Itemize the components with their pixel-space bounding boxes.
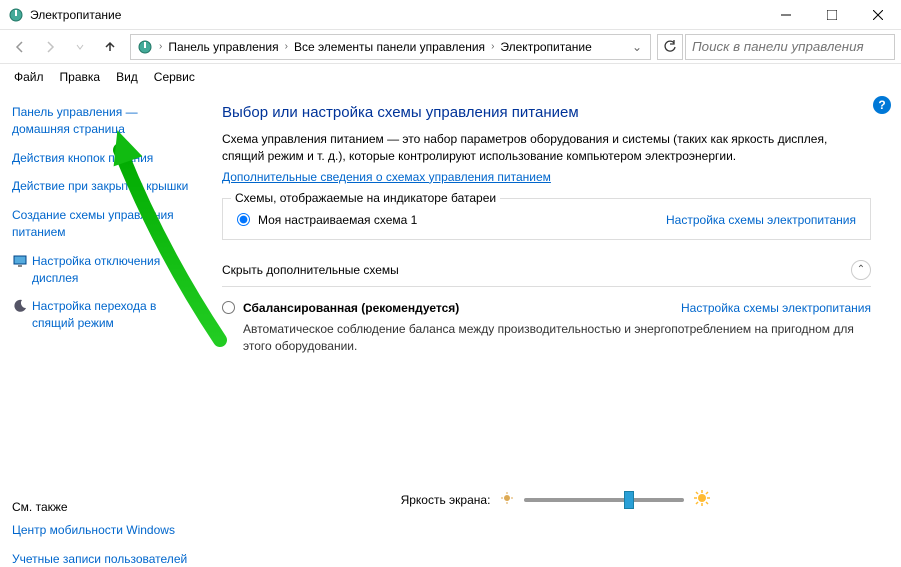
plan-description: Автоматическое соблюдение баланса между … <box>243 321 871 355</box>
refresh-button[interactable] <box>657 34 683 60</box>
address-dropdown-icon[interactable]: ⌄ <box>626 40 648 54</box>
sidebar-create-plan[interactable]: Создание схемы управления питанием <box>12 207 198 241</box>
sidebar-sleep[interactable]: Настройка перехода в спящий режим <box>12 298 198 332</box>
chevron-icon: › <box>489 41 496 52</box>
see-also-header: См. также <box>12 499 198 516</box>
sidebar-power-button[interactable]: Действия кнопок питания <box>12 150 198 167</box>
plan-radio-2[interactable] <box>222 301 235 314</box>
sidebar-home[interactable]: Панель управления — домашняя страница <box>12 104 198 138</box>
window-title: Электропитание <box>30 8 763 22</box>
page-heading: Выбор или настройка схемы управления пит… <box>222 104 871 121</box>
plan-name: Сбалансированная (рекомендуется) <box>243 301 673 315</box>
sidebar-display-off[interactable]: Настройка отключения дисплея <box>12 253 198 287</box>
address-bar[interactable]: › Панель управления › Все элементы панел… <box>130 34 651 60</box>
breadcrumb-item[interactable]: Электропитание <box>496 40 595 54</box>
menu-view[interactable]: Вид <box>110 68 144 86</box>
sidebar-accounts[interactable]: Учетные записи пользователей <box>12 551 198 567</box>
maximize-button[interactable] <box>809 0 855 30</box>
monitor-icon <box>12 253 28 269</box>
sidebar-lid-close[interactable]: Действие при закрытии крышки <box>12 178 198 195</box>
hide-section-label: Скрыть дополнительные схемы <box>222 263 851 277</box>
sidebar-mobility[interactable]: Центр мобильности Windows <box>12 522 198 539</box>
plan-row: Моя настраиваемая схема 1 Настройка схем… <box>237 209 856 231</box>
minimize-button[interactable] <box>763 0 809 30</box>
location-icon <box>137 39 153 55</box>
nav-bar: › Панель управления › Все элементы панел… <box>0 30 901 64</box>
sidebar: Панель управления — домашняя страница Де… <box>0 90 210 519</box>
brightness-label: Яркость экрана: <box>401 493 491 507</box>
plan-name: Моя настраиваемая схема 1 <box>258 213 658 227</box>
brightness-slider[interactable] <box>524 498 684 502</box>
chevron-icon: › <box>283 41 290 52</box>
search-input[interactable] <box>685 34 895 60</box>
plan-settings-link[interactable]: Настройка схемы электропитания <box>681 301 871 315</box>
brightness-footer: Яркость экрана: <box>210 490 901 509</box>
content-area: ? Панель управления — домашняя страница … <box>0 90 901 519</box>
back-button[interactable] <box>6 34 34 60</box>
moon-icon <box>12 298 28 314</box>
group-legend: Схемы, отображаемые на индикаторе батаре… <box>231 191 500 205</box>
forward-button[interactable] <box>36 34 64 60</box>
plan-radio-1[interactable] <box>237 213 250 226</box>
main-panel: Выбор или настройка схемы управления пит… <box>210 90 901 519</box>
sun-dim-icon <box>500 491 514 508</box>
breadcrumb-item[interactable]: Все элементы панели управления <box>290 40 489 54</box>
chevron-icon: › <box>157 41 164 52</box>
sun-bright-icon <box>694 490 710 509</box>
menu-tools[interactable]: Сервис <box>148 68 201 86</box>
collapse-icon[interactable]: ⌃ <box>851 260 871 280</box>
slider-thumb[interactable] <box>624 491 634 509</box>
hide-section-row: Скрыть дополнительные схемы ⌃ <box>222 260 871 280</box>
menu-bar: Файл Правка Вид Сервис <box>0 64 901 90</box>
info-link[interactable]: Дополнительные сведения о схемах управле… <box>222 170 551 184</box>
app-icon <box>8 7 24 23</box>
plan-row: Сбалансированная (рекомендуется) Настрой… <box>222 297 871 319</box>
page-description: Схема управления питанием — это набор па… <box>222 131 871 166</box>
menu-edit[interactable]: Правка <box>54 68 107 86</box>
battery-plans-group: Схемы, отображаемые на индикаторе батаре… <box>222 198 871 240</box>
plan-settings-link[interactable]: Настройка схемы электропитания <box>666 213 856 227</box>
breadcrumb-item[interactable]: Панель управления <box>164 40 282 54</box>
up-button[interactable] <box>96 34 124 60</box>
close-button[interactable] <box>855 0 901 30</box>
menu-file[interactable]: Файл <box>8 68 50 86</box>
recent-dropdown[interactable] <box>66 34 94 60</box>
title-bar: Электропитание <box>0 0 901 30</box>
